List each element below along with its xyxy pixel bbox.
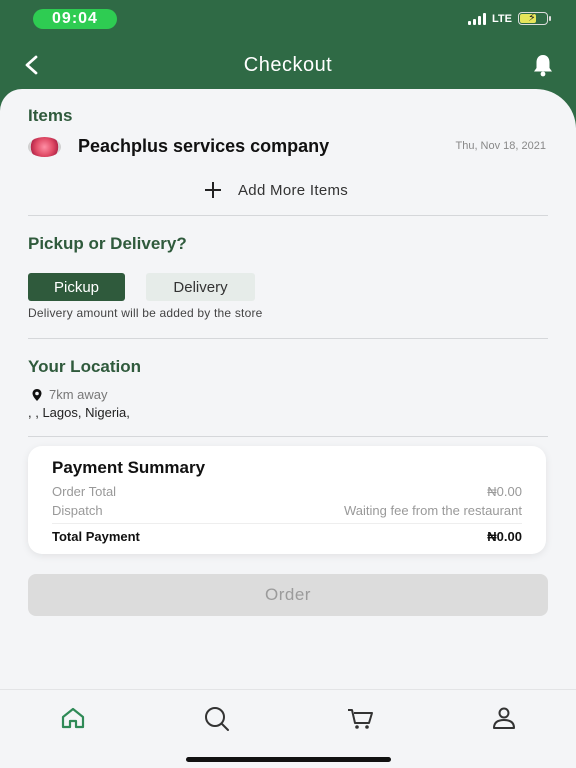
divider — [28, 436, 548, 437]
divider — [28, 215, 548, 216]
network-label: LTE — [492, 12, 512, 25]
plus-icon — [205, 182, 221, 198]
status-time: 09:04 — [33, 9, 117, 29]
items-heading: Items — [28, 106, 73, 125]
status-indicators: LTE ⚡ — [468, 12, 551, 25]
signal-icon — [468, 12, 487, 25]
cart-icon[interactable] — [346, 704, 374, 732]
search-icon[interactable] — [202, 704, 230, 732]
location-pin-icon — [32, 388, 42, 401]
order-total-value: ₦0.00 — [487, 484, 522, 499]
bottom-nav — [0, 689, 576, 768]
home-indicator — [186, 757, 391, 762]
pickup-button[interactable]: Pickup — [28, 273, 125, 301]
location-heading: Your Location — [28, 357, 142, 376]
add-more-items-label: Add More Items — [238, 181, 349, 199]
pickup-delivery-heading: Pickup or Delivery? — [28, 234, 187, 253]
dispatch-value: Waiting fee from the restaurant — [344, 503, 522, 518]
total-payment-value: ₦0.00 — [487, 529, 522, 544]
company-name: Peachplus services company — [78, 136, 330, 156]
dispatch-label: Dispatch — [52, 503, 103, 518]
payment-summary-title: Payment Summary — [52, 458, 206, 477]
bell-icon[interactable] — [530, 52, 556, 78]
company-logo — [28, 137, 61, 157]
order-button[interactable]: Order — [28, 574, 548, 616]
delivery-note: Delivery amount will be added by the sto… — [28, 306, 263, 320]
distance-text: 7km away — [49, 387, 108, 402]
location-distance: 7km away — [30, 387, 108, 402]
checkout-sheet: Items Peachplus services company Thu, No… — [0, 89, 576, 768]
delivery-button[interactable]: Delivery — [146, 273, 255, 301]
page-title: Checkout — [243, 54, 333, 76]
total-payment-label: Total Payment — [52, 529, 140, 544]
payment-summary-card: Payment Summary Order Total ₦0.00 Dispat… — [28, 446, 546, 554]
order-date: Thu, Nov 18, 2021 — [455, 140, 546, 152]
home-icon[interactable] — [59, 704, 87, 732]
profile-icon[interactable] — [490, 704, 518, 732]
total-payment-row: Total Payment ₦0.00 — [52, 529, 522, 544]
app-header: Checkout — [0, 40, 576, 92]
battery-icon: ⚡ — [518, 12, 551, 25]
dispatch-row: Dispatch Waiting fee from the restaurant — [52, 503, 522, 518]
status-bar: 09:04 LTE ⚡ — [0, 0, 576, 40]
order-total-label: Order Total — [52, 484, 117, 499]
order-total-row: Order Total ₦0.00 — [52, 484, 522, 499]
add-more-items-button[interactable]: Add More Items — [202, 179, 348, 201]
divider — [28, 338, 548, 339]
address-text: , , Lagos, Nigeria, — [28, 405, 130, 420]
summary-divider — [52, 523, 522, 524]
